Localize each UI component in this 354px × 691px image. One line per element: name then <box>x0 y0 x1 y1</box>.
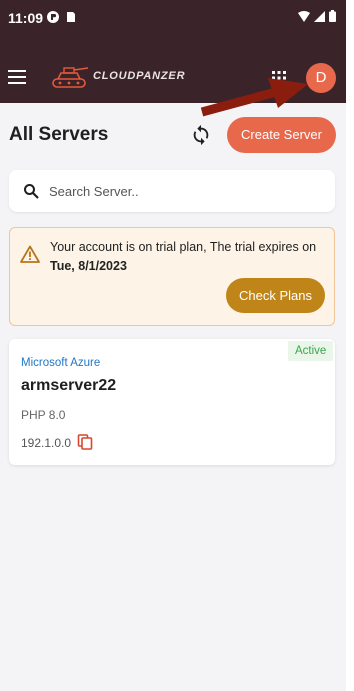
status-bar: 11:09 <box>0 0 346 40</box>
app-logo[interactable]: CLOUDPANZER <box>50 64 200 90</box>
copy-icon[interactable] <box>77 434 93 450</box>
menu-icon[interactable] <box>8 70 26 84</box>
app-notification-icon <box>47 11 59 23</box>
status-time: 11:09 <box>8 10 44 26</box>
server-php-version: PHP 8.0 <box>21 408 66 422</box>
search-box <box>9 170 335 212</box>
search-icon <box>24 184 39 199</box>
server-provider: Microsoft Azure <box>21 357 101 369</box>
annotation-arrow <box>200 78 308 117</box>
server-name: armserver22 <box>21 377 117 394</box>
wifi-icon <box>298 10 310 22</box>
trial-expiry-date: Tue, 8/1/2023 <box>50 259 127 273</box>
status-badge: Active <box>288 341 334 361</box>
check-plans-button[interactable]: Check Plans <box>226 278 325 313</box>
search-input[interactable] <box>49 179 319 203</box>
sim-card-icon <box>67 12 75 22</box>
server-card[interactable]: Active Microsoft Azure armserver22 PHP 8… <box>9 339 335 465</box>
create-server-button[interactable]: Create Server <box>227 117 336 153</box>
trial-notice: Your account is on trial plan, The trial… <box>9 227 335 326</box>
sync-icon[interactable] <box>190 124 212 146</box>
tank-logo-icon <box>52 67 89 88</box>
warning-icon <box>20 245 40 263</box>
trial-message: Your account is on trial plan, The trial… <box>50 240 317 254</box>
screen-edge <box>346 0 354 691</box>
user-avatar[interactable]: D <box>306 63 336 93</box>
battery-icon <box>329 10 336 22</box>
status-right <box>298 10 336 22</box>
server-ip: 192.1.0.0 <box>21 436 72 450</box>
trial-notice-text: Your account is on trial plan, The trial… <box>50 238 332 276</box>
signal-icon <box>314 10 325 22</box>
logo-text: CLOUDPANZER <box>93 70 186 82</box>
phone-screen: 11:09 CLOUDPANZER D All Servers Create S… <box>0 0 346 691</box>
page-title: All Servers <box>9 124 109 145</box>
